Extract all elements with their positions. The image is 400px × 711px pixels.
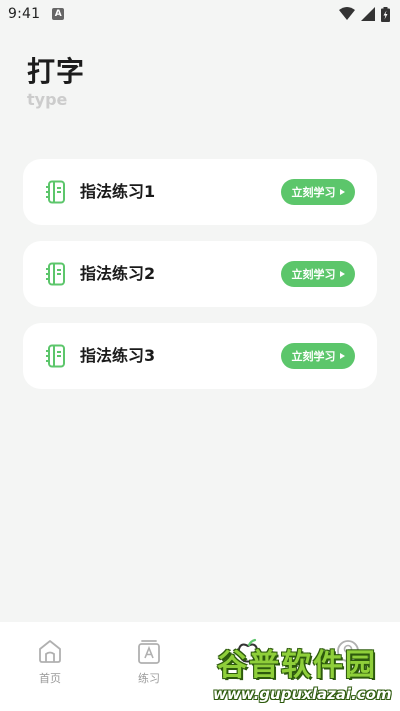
lesson-card-3[interactable]: 指法练习3 立刻学习 [23,323,377,389]
start-learning-label: 立刻学习 [291,268,336,281]
lesson-label: 指法练习2 [80,264,156,283]
lesson-card-1[interactable]: 指法练习1 立刻学习 [23,159,377,225]
page-title: 打字 [27,55,86,88]
watermark: 谷普软件园 www.gupuxlazai.com [205,640,400,711]
wifi-icon [339,7,355,20]
status-time: 9:41 [8,6,41,22]
nav-item-home[interactable]: 首页 [20,638,80,686]
start-learning-button[interactable]: 立刻学习 [281,343,355,369]
signal-icon [361,7,375,21]
status-left: 9:41 A [8,6,65,22]
app-screen: 9:41 A 打字 type 指法练习1 立刻学习 指法练习2 立刻学习 指法练… [0,0,400,711]
notebook-icon [46,262,65,286]
page-subtitle: type [27,90,68,109]
battery-charging-icon [381,6,390,22]
lesson-label: 指法练习3 [80,346,156,365]
play-icon [339,271,345,277]
watermark-url: www.gupuxlazai.com [213,685,392,703]
start-learning-label: 立刻学习 [291,186,336,199]
watermark-title: 谷普软件园 [217,648,377,683]
notebook-icon [46,344,65,368]
nav-label: 练习 [138,672,160,685]
status-bar: 9:41 A [0,0,400,28]
lesson-card-2[interactable]: 指法练习2 立刻学习 [23,241,377,307]
nav-label: 首页 [39,672,61,685]
lesson-label: 指法练习1 [80,182,156,201]
notebook-icon [46,180,65,204]
start-learning-button[interactable]: 立刻学习 [281,179,355,205]
play-icon [339,189,345,195]
a-badge-icon: A [52,8,65,20]
start-learning-button[interactable]: 立刻学习 [281,261,355,287]
play-icon [339,353,345,359]
practice-icon [138,640,160,664]
start-learning-label: 立刻学习 [291,350,336,363]
home-icon [39,640,61,663]
nav-item-practice[interactable]: 练习 [119,638,179,686]
status-indicators [339,6,390,22]
